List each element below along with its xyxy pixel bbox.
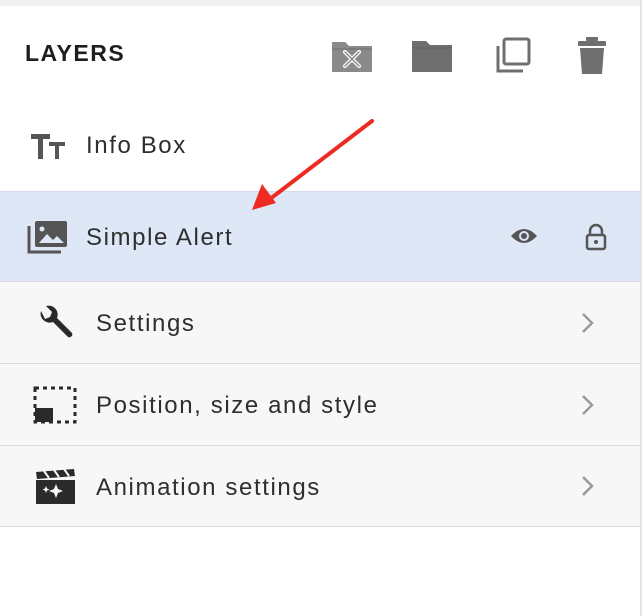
unlock-icon[interactable] (584, 223, 608, 251)
trash-icon (578, 37, 606, 74)
property-label: Settings (96, 310, 196, 337)
eye-icon[interactable] (510, 225, 538, 247)
duplicate-button[interactable] (490, 34, 534, 78)
property-label: Position, size and style (96, 392, 379, 419)
delete-button[interactable] (570, 34, 614, 78)
chevron-right-icon (576, 393, 600, 417)
position-icon (33, 386, 77, 424)
layer-item-info-box[interactable]: Info Box (0, 100, 640, 190)
chevron-right-icon (576, 311, 600, 335)
text-layer-icon (28, 128, 68, 162)
property-row-animation-settings[interactable]: Animation settings (0, 445, 640, 527)
property-row-position-size-style[interactable]: Position, size and style (0, 363, 640, 445)
layer-label: Simple Alert (86, 224, 234, 251)
folder-button[interactable] (410, 34, 454, 78)
folder-icon (412, 41, 452, 72)
chevron-right-icon (576, 474, 600, 498)
image-layer-icon (27, 220, 69, 254)
layers-header: LAYERS (0, 6, 640, 100)
panel-title: LAYERS (25, 40, 126, 66)
property-row-settings[interactable]: Settings (0, 281, 640, 363)
layer-label: Info Box (86, 132, 187, 159)
animation-icon (34, 468, 76, 506)
ungroup-folder-icon (332, 42, 372, 72)
property-label: Animation settings (96, 474, 321, 501)
layer-item-simple-alert[interactable]: Simple Alert (0, 191, 640, 281)
wrench-icon (36, 305, 74, 341)
duplicate-icon (496, 37, 531, 73)
ungroup-folder-button[interactable] (330, 34, 374, 78)
